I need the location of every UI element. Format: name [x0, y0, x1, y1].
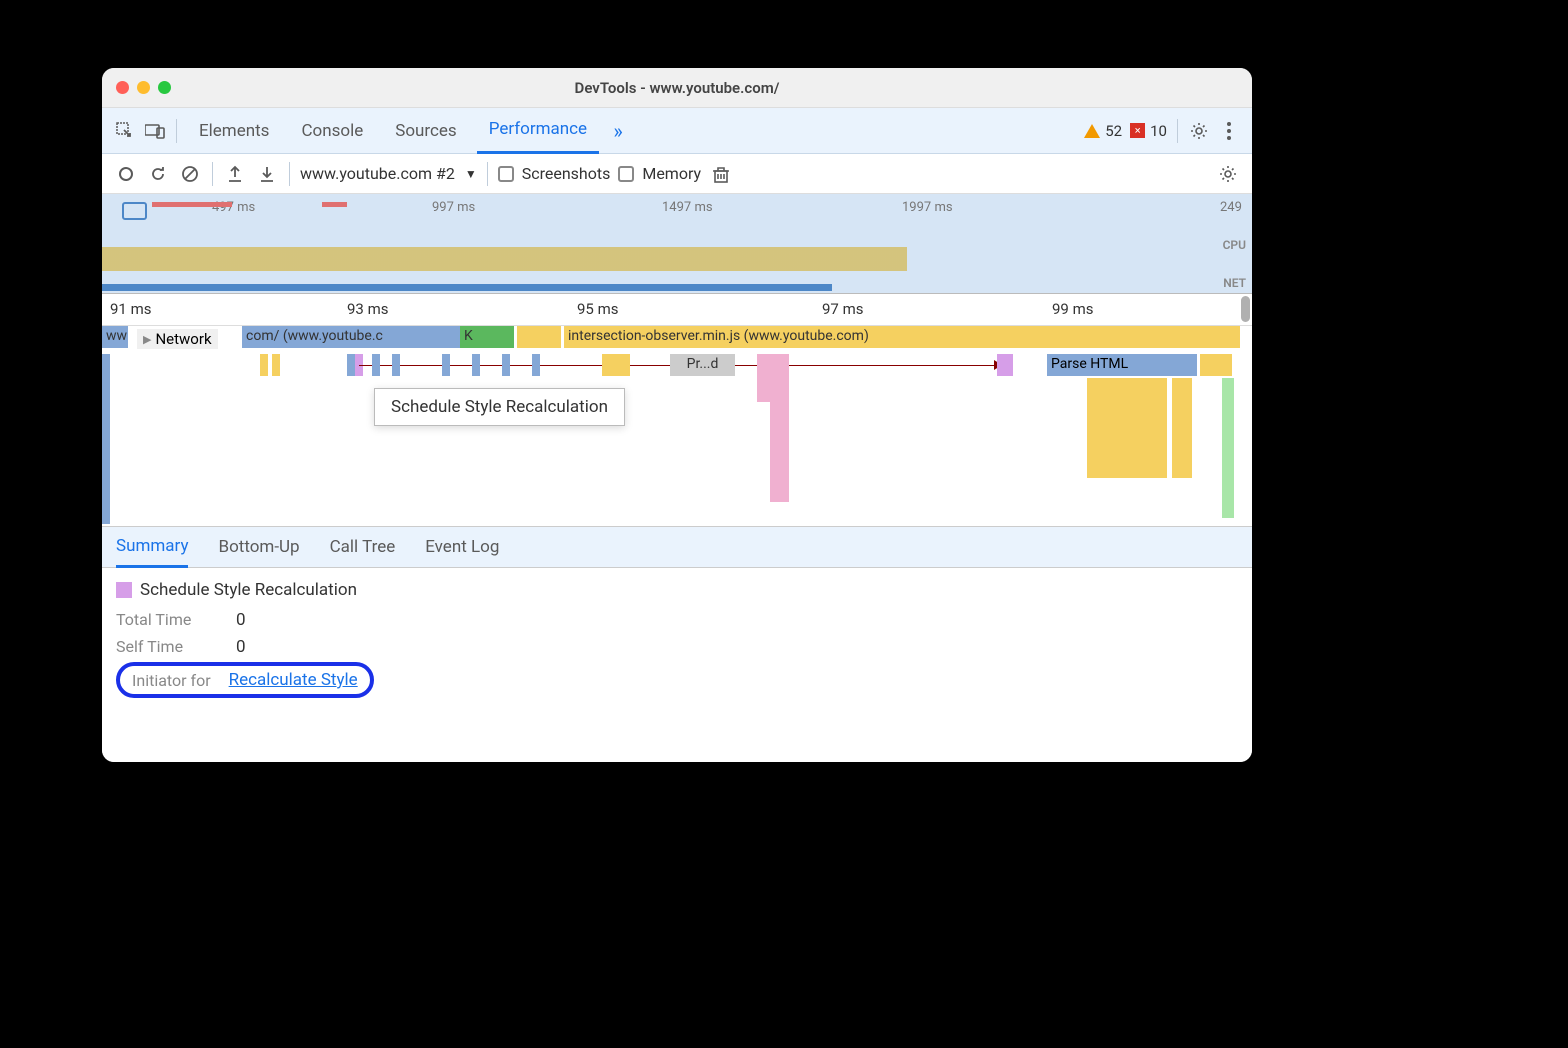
devtools-window: DevTools - www.youtube.com/ Elements Con…	[102, 68, 1252, 762]
close-window[interactable]	[116, 81, 129, 94]
target-dropdown[interactable]: www.youtube.com #2 ▼	[300, 164, 477, 183]
flame-bar[interactable]	[532, 354, 540, 376]
window-title: DevTools - www.youtube.com/	[575, 79, 780, 97]
overview-timeline[interactable]: 497 ms 997 ms 1497 ms 1997 ms 249 CPU NE…	[102, 194, 1252, 294]
cpu-label: CPU	[1223, 238, 1246, 252]
flame-bar[interactable]: K	[460, 326, 474, 348]
screenshots-checkbox[interactable]	[498, 166, 514, 182]
net-label: NET	[1223, 276, 1246, 290]
row-label: Total Time	[116, 610, 216, 630]
warning-icon	[1084, 124, 1100, 138]
warnings-badge[interactable]: 52	[1084, 122, 1122, 140]
summary-title: Schedule Style Recalculation	[116, 580, 1238, 600]
errors-badge[interactable]: ×10	[1130, 122, 1167, 140]
flame-bar[interactable]: ww	[102, 326, 128, 348]
gc-icon[interactable]	[709, 162, 733, 186]
flame-bar-parse-html[interactable]: Parse HTML	[1047, 354, 1197, 376]
flame-bar[interactable]	[517, 326, 561, 348]
flame-bar[interactable]	[770, 402, 789, 502]
flame-bar[interactable]	[1200, 354, 1232, 376]
ruler-tick: 99 ms	[1052, 300, 1093, 318]
clear-button[interactable]	[178, 162, 202, 186]
tab-elements[interactable]: Elements	[187, 108, 281, 154]
initiator-highlight: Initiator for Recalculate Style	[116, 662, 374, 698]
summary-pane: Schedule Style Recalculation Total Time …	[102, 568, 1252, 762]
time-ruler[interactable]: 91 ms 93 ms 95 ms 97 ms 99 ms	[102, 294, 1252, 326]
overview-selection[interactable]	[122, 202, 147, 220]
detail-tabs: Summary Bottom-Up Call Tree Event Log	[102, 526, 1252, 568]
initiator-label: Initiator for	[132, 671, 211, 690]
inspect-icon[interactable]	[114, 120, 136, 142]
flame-bar[interactable]: com/ (www.youtube.c	[242, 326, 460, 348]
flame-bar[interactable]: Pr...d	[670, 354, 735, 376]
row-value: 0	[236, 610, 246, 630]
tab-call-tree[interactable]: Call Tree	[330, 526, 396, 568]
flame-bar[interactable]	[474, 326, 514, 348]
panel-settings-icon[interactable]	[1216, 162, 1240, 186]
minimize-window[interactable]	[137, 81, 150, 94]
device-toggle-icon[interactable]	[144, 120, 166, 142]
flame-bar[interactable]	[372, 354, 380, 376]
row-label: Self Time	[116, 637, 216, 657]
ruler-tick: 91 ms	[110, 300, 151, 318]
kebab-menu-icon[interactable]	[1218, 120, 1240, 142]
error-icon: ×	[1130, 123, 1145, 138]
flame-bar[interactable]	[602, 354, 630, 376]
more-tabs-icon[interactable]: »	[607, 120, 629, 142]
network-track-header[interactable]: ▶ Network	[137, 329, 218, 349]
tab-summary[interactable]: Summary	[116, 526, 188, 568]
perf-toolbar: www.youtube.com #2 ▼ Screenshots Memory	[102, 154, 1252, 194]
flame-bar[interactable]	[997, 354, 1013, 376]
screenshots-label: Screenshots	[522, 164, 611, 183]
flame-bar[interactable]	[1222, 378, 1234, 518]
ruler-tick: 93 ms	[347, 300, 388, 318]
summary-row: Self Time 0	[116, 637, 1238, 657]
color-swatch	[116, 582, 132, 598]
tab-console[interactable]: Console	[289, 108, 375, 154]
settings-icon[interactable]	[1188, 120, 1210, 142]
memory-checkbox[interactable]	[618, 166, 634, 182]
tab-bottom-up[interactable]: Bottom-Up	[218, 526, 299, 568]
flame-bar[interactable]	[272, 354, 280, 376]
flame-bar[interactable]	[472, 354, 480, 376]
main-tabs: Elements Console Sources Performance » 5…	[102, 108, 1252, 154]
titlebar: DevTools - www.youtube.com/	[102, 68, 1252, 108]
summary-row: Total Time 0	[116, 610, 1238, 630]
ruler-tick: 97 ms	[822, 300, 863, 318]
tab-event-log[interactable]: Event Log	[425, 526, 499, 568]
flame-tooltip: Schedule Style Recalculation	[374, 388, 625, 426]
tab-performance[interactable]: Performance	[477, 108, 599, 154]
flame-bar[interactable]	[1087, 378, 1167, 478]
flame-chart[interactable]: ww com/ (www.youtube.c K intersection-ob…	[102, 326, 1252, 526]
flame-bar[interactable]	[392, 354, 400, 376]
initiator-link[interactable]: Recalculate Style	[229, 670, 358, 690]
chevron-down-icon: ▼	[465, 167, 477, 181]
row-value: 0	[236, 637, 246, 657]
upload-icon[interactable]	[223, 162, 247, 186]
tab-sources[interactable]: Sources	[383, 108, 468, 154]
maximize-window[interactable]	[158, 81, 171, 94]
memory-label: Memory	[642, 164, 701, 183]
flame-bar[interactable]: intersection-observer.min.js (www.youtub…	[564, 326, 1240, 348]
ruler-tick: 95 ms	[577, 300, 618, 318]
flame-bar[interactable]	[347, 354, 355, 376]
flame-bar[interactable]	[502, 354, 510, 376]
reload-button[interactable]	[146, 162, 170, 186]
scrollbar-thumb[interactable]	[1241, 296, 1250, 322]
traffic-lights	[116, 81, 171, 94]
flame-bar[interactable]	[442, 354, 450, 376]
download-icon[interactable]	[255, 162, 279, 186]
flame-bar[interactable]	[1172, 378, 1192, 478]
flame-bar[interactable]	[260, 354, 268, 376]
record-button[interactable]	[114, 162, 138, 186]
expand-icon: ▶	[143, 333, 151, 346]
